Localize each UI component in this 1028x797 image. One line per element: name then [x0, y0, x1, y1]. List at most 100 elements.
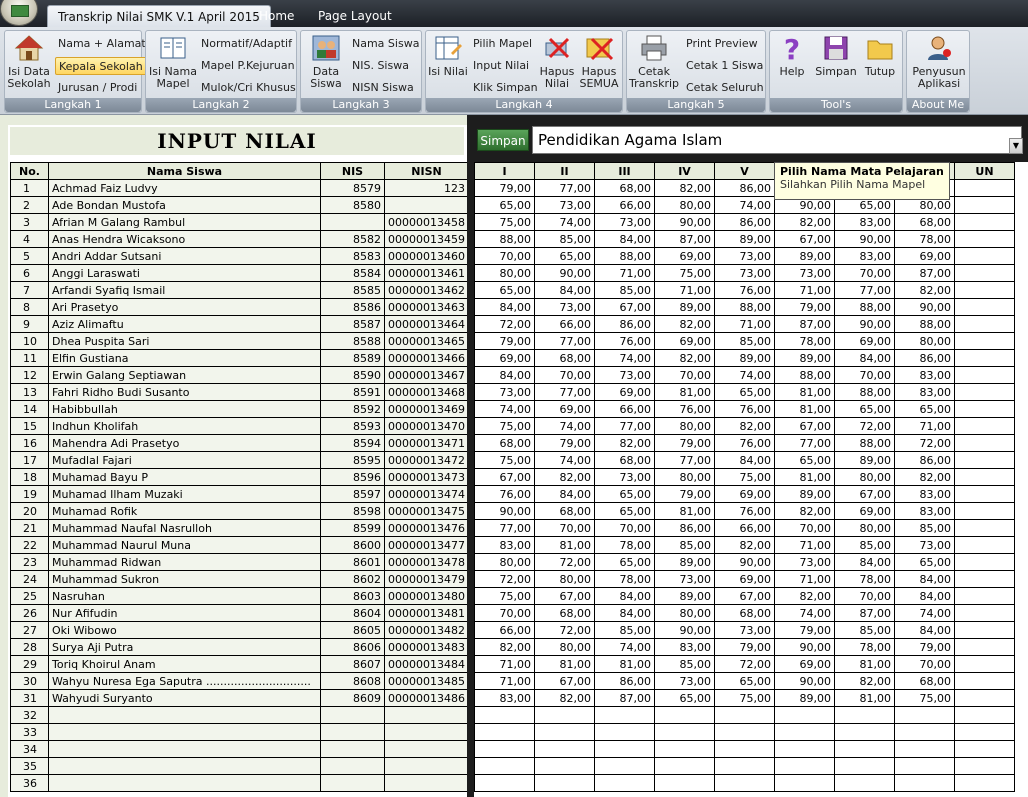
- klik-simpan-button[interactable]: Klik Simpan: [470, 79, 541, 97]
- grade-cell[interactable]: 83,00: [894, 383, 955, 401]
- grade-cell[interactable]: 87,00: [894, 264, 955, 282]
- grade-cell[interactable]: 77,00: [834, 281, 895, 299]
- grade-cell[interactable]: 75,00: [474, 213, 535, 231]
- grade-cell[interactable]: 82,00: [654, 349, 715, 367]
- grade-cell[interactable]: [474, 774, 535, 792]
- grade-cell[interactable]: [474, 723, 535, 741]
- cell-nis[interactable]: [320, 723, 385, 741]
- cell-nama[interactable]: Muhammad Naufal Nasrulloh: [48, 519, 321, 537]
- grade-cell[interactable]: 68,00: [594, 451, 655, 469]
- grade-cell[interactable]: 70,00: [834, 587, 895, 605]
- cell-nisn[interactable]: 00000013471: [384, 434, 469, 452]
- grade-cell[interactable]: [954, 689, 1015, 707]
- grade-cell[interactable]: [774, 740, 835, 758]
- grade-cell[interactable]: 68,00: [474, 434, 535, 452]
- grade-cell[interactable]: [954, 247, 1015, 265]
- isi-nama-mapel-button[interactable]: Isi Nama Mapel: [148, 33, 198, 90]
- cell-no[interactable]: 27: [10, 621, 49, 639]
- cell-nisn[interactable]: 00000013469: [384, 400, 469, 418]
- grade-cell[interactable]: [894, 740, 955, 758]
- grade-cell[interactable]: 65,00: [894, 553, 955, 571]
- grade-cell[interactable]: 77,00: [594, 417, 655, 435]
- grade-cell[interactable]: [954, 366, 1015, 384]
- cell-nis[interactable]: 8579: [320, 179, 385, 197]
- cell-no[interactable]: 22: [10, 536, 49, 554]
- cell-nisn[interactable]: 00000013472: [384, 451, 469, 469]
- grade-cell[interactable]: 71,00: [774, 281, 835, 299]
- grade-cell[interactable]: [474, 757, 535, 775]
- cell-nis[interactable]: 8588: [320, 332, 385, 350]
- cell-nisn[interactable]: 00000013479: [384, 570, 469, 588]
- cell-no[interactable]: 33: [10, 723, 49, 741]
- grade-cell[interactable]: 80,00: [654, 604, 715, 622]
- cell-nisn[interactable]: 00000013483: [384, 638, 469, 656]
- cell-nis[interactable]: 8607: [320, 655, 385, 673]
- grade-cell[interactable]: [534, 774, 595, 792]
- grade-cell[interactable]: 65,00: [594, 502, 655, 520]
- grade-cell[interactable]: 74,00: [594, 349, 655, 367]
- cell-nis[interactable]: 8597: [320, 485, 385, 503]
- grade-cell[interactable]: 65,00: [474, 196, 535, 214]
- grade-cell[interactable]: [954, 349, 1015, 367]
- cell-nisn[interactable]: 00000013459: [384, 230, 469, 248]
- isi-nilai-button[interactable]: Isi Nilai: [428, 33, 468, 78]
- cell-nama[interactable]: Habibbullah: [48, 400, 321, 418]
- cell-nama[interactable]: Ari Prasetyo: [48, 298, 321, 316]
- grade-cell[interactable]: [534, 706, 595, 724]
- grade-cell[interactable]: [774, 706, 835, 724]
- grade-cell[interactable]: 86,00: [714, 179, 775, 197]
- grade-cell[interactable]: 78,00: [774, 332, 835, 350]
- cell-no[interactable]: 29: [10, 655, 49, 673]
- cell-no[interactable]: 16: [10, 434, 49, 452]
- grade-cell[interactable]: 81,00: [774, 400, 835, 418]
- cell-nis[interactable]: 8587: [320, 315, 385, 333]
- cell-nama[interactable]: Muhammad Sukron: [48, 570, 321, 588]
- grade-cell[interactable]: 87,00: [654, 230, 715, 248]
- grade-cell[interactable]: 89,00: [654, 587, 715, 605]
- grade-cell[interactable]: 73,00: [894, 536, 955, 554]
- grade-cell[interactable]: [954, 757, 1015, 775]
- office-button[interactable]: [0, 0, 38, 26]
- grade-cell[interactable]: 82,00: [774, 502, 835, 520]
- grade-cell[interactable]: 70,00: [654, 366, 715, 384]
- cell-nis[interactable]: 8591: [320, 383, 385, 401]
- grade-cell[interactable]: 79,00: [654, 485, 715, 503]
- cell-nisn[interactable]: 00000013470: [384, 417, 469, 435]
- cell-nama[interactable]: Mahendra Adi Prasetyo: [48, 434, 321, 452]
- grade-cell[interactable]: 90,00: [774, 638, 835, 656]
- grade-cell[interactable]: 83,00: [834, 247, 895, 265]
- grade-cell[interactable]: [954, 451, 1015, 469]
- grade-cell[interactable]: 74,00: [714, 366, 775, 384]
- grade-cell[interactable]: 73,00: [654, 570, 715, 588]
- grade-cell[interactable]: [894, 757, 955, 775]
- cell-nama[interactable]: Muhammad Ridwan: [48, 553, 321, 571]
- grade-cell[interactable]: 83,00: [654, 638, 715, 656]
- grade-cell[interactable]: [954, 536, 1015, 554]
- cell-nisn[interactable]: 00000013481: [384, 604, 469, 622]
- cell-nis[interactable]: 8582: [320, 230, 385, 248]
- grade-cell[interactable]: 69,00: [894, 247, 955, 265]
- grade-cell[interactable]: 81,00: [654, 502, 715, 520]
- cell-nama[interactable]: Toriq Khoirul Anam: [48, 655, 321, 673]
- cell-nama[interactable]: Surya Aji Putra: [48, 638, 321, 656]
- cell-no[interactable]: 35: [10, 757, 49, 775]
- grade-cell[interactable]: 75,00: [714, 689, 775, 707]
- cell-no[interactable]: 5: [10, 247, 49, 265]
- grade-cell[interactable]: 71,00: [474, 655, 535, 673]
- cell-nis[interactable]: 8585: [320, 281, 385, 299]
- cell-nisn[interactable]: [384, 706, 469, 724]
- grade-cell[interactable]: 78,00: [894, 230, 955, 248]
- grade-cell[interactable]: 88,00: [774, 366, 835, 384]
- grade-cell[interactable]: 75,00: [474, 587, 535, 605]
- simpan-button[interactable]: Simpan: [814, 33, 858, 78]
- grade-cell[interactable]: [774, 774, 835, 792]
- hapus-nilai-button[interactable]: Hapus Nilai: [538, 33, 576, 90]
- cell-no[interactable]: 17: [10, 451, 49, 469]
- cell-nisn[interactable]: 00000013480: [384, 587, 469, 605]
- grade-cell[interactable]: [834, 723, 895, 741]
- grade-cell[interactable]: 71,00: [774, 536, 835, 554]
- grade-cell[interactable]: [534, 740, 595, 758]
- cell-nis[interactable]: 8594: [320, 434, 385, 452]
- grade-cell[interactable]: 74,00: [774, 604, 835, 622]
- grade-cell[interactable]: 89,00: [714, 349, 775, 367]
